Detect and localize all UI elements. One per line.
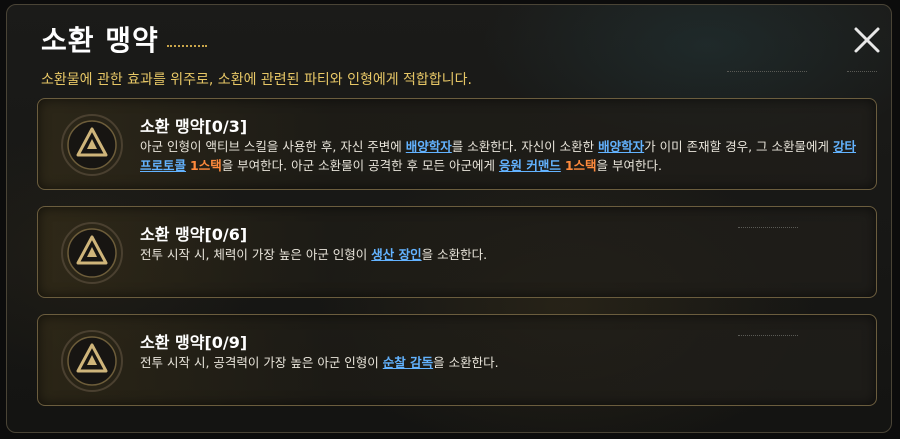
keyword-link[interactable]: 배양학자 [406, 139, 452, 154]
pact-card-title: 소환 맹약[0/9] [140, 333, 248, 352]
description-text: 아군 인형이 액티브 스킬을 사용한 후, 자신 주변에 [140, 139, 406, 154]
decoration-line [847, 71, 877, 73]
close-icon [854, 27, 880, 53]
description-text: 을 부여한다. [596, 158, 662, 173]
pact-card-title: 소환 맹약[0/6] [140, 225, 248, 244]
decoration-line [727, 71, 807, 73]
description-text: 을 소환한다. [433, 355, 499, 370]
pact-card-description: 전투 시작 시, 공격력이 가장 높은 아군 인형이 순찰 감독을 소환한다. [140, 353, 860, 372]
description-text: 을 부여한다. 아군 소환물이 공격한 후 모든 아군에게 [221, 158, 499, 173]
pact-card: 소환 맹약[0/3] 아군 인형이 액티브 스킬을 사용한 후, 자신 주변에 … [37, 98, 877, 190]
keyword-link[interactable]: 생산 장인 [371, 247, 421, 262]
pact-card-title: 소환 맹약[0/3] [140, 117, 248, 136]
stack-highlight: 1스택 [190, 158, 222, 173]
description-text: 전투 시작 시, 공격력이 가장 높은 아군 인형이 [140, 355, 383, 370]
description-text: 을 소환한다. [421, 247, 488, 262]
summon-pact-emblem-icon [60, 113, 124, 177]
keyword-link[interactable]: 순찰 감독 [383, 355, 433, 370]
page-title: 소환 맹약 [41, 24, 159, 57]
keyword-link[interactable]: 응원 커맨드 [499, 158, 561, 173]
description-text: 를 소환한다. 자신이 소환한 [451, 139, 599, 154]
summon-pact-emblem-icon [60, 329, 124, 393]
description-text: 전투 시작 시, 체력이 가장 높은 아군 인형이 [140, 247, 372, 262]
pact-card: 소환 맹약[0/9] 전투 시작 시, 공격력이 가장 높은 아군 인형이 순찰… [37, 314, 877, 406]
title-decoration [167, 45, 207, 49]
pact-card: 소환 맹약[0/6] 전투 시작 시, 체력이 가장 높은 아군 인형이 생산 … [37, 206, 877, 298]
decoration-line [738, 335, 798, 337]
summon-pact-panel: 소환 맹약 소환물에 관한 효과를 위주로, 소환에 관련된 파티와 인형에게 … [6, 4, 892, 433]
close-button[interactable] [850, 23, 884, 57]
pact-card-description: 아군 인형이 액티브 스킬을 사용한 후, 자신 주변에 배양학자를 소환한다.… [140, 137, 860, 175]
stack-highlight: 1스택 [564, 158, 597, 173]
page-subtitle: 소환물에 관한 효과를 위주로, 소환에 관련된 파티와 인형에게 적합합니다. [41, 72, 472, 88]
keyword-link[interactable]: 배양학자 [598, 139, 644, 154]
summon-pact-emblem-icon [60, 221, 124, 285]
pact-card-description: 전투 시작 시, 체력이 가장 높은 아군 인형이 생산 장인을 소환한다. [140, 245, 860, 264]
decoration-line [738, 227, 798, 229]
description-text: 가 이미 존재할 경우, 그 소환물에게 [644, 139, 833, 154]
